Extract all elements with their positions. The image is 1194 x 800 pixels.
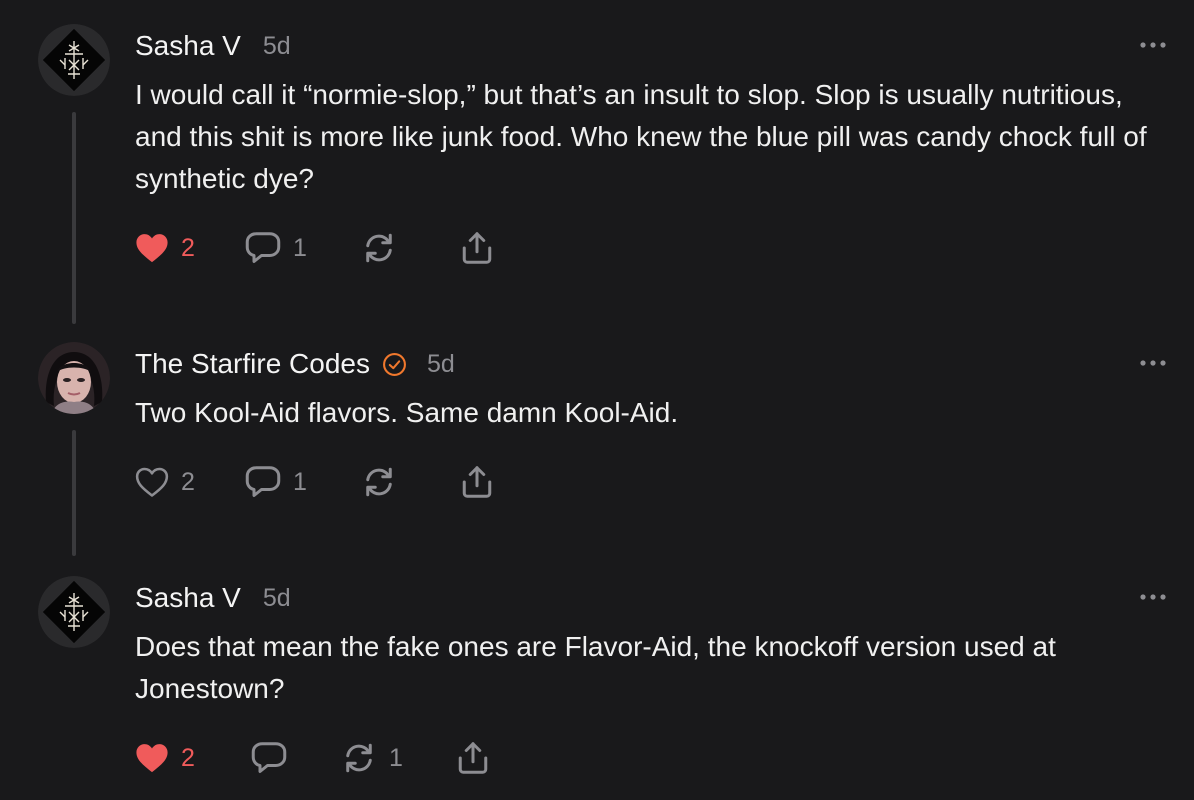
author-name[interactable]: Sasha V [135,582,241,614]
reply-count: 1 [293,467,307,496]
reply-button[interactable]: 1 [245,228,307,268]
comment: Sasha V 5d I would call it “normie-slop,… [0,0,1194,330]
restack-button[interactable]: 1 [341,738,403,778]
restack-icon [366,233,392,263]
reply-count: 1 [293,233,307,262]
comment-bubble-icon [251,742,287,773]
restack-button[interactable] [361,462,409,502]
comment-text: Two Kool-Aid flavors. Same damn Kool-Aid… [135,397,679,428]
comment: Sasha V 5d Does that mean the fake ones … [0,566,1194,800]
comment-header: Sasha V 5d [135,26,291,66]
restack-count: 1 [389,743,403,772]
comment-header: The Starfire Codes 5d [135,344,455,384]
share-icon [462,232,492,264]
author-name[interactable]: The Starfire Codes [135,348,370,380]
more-options-icon[interactable] [1138,358,1168,368]
verified-badge-icon [383,352,406,376]
like-count: 2 [181,233,195,262]
heart-filled-icon [136,744,168,773]
reply-button[interactable]: 1 [245,462,307,502]
avatar[interactable] [38,342,110,414]
restack-icon [346,743,372,773]
avatar[interactable] [38,24,110,96]
comment-header: Sasha V 5d [135,578,291,618]
share-button[interactable] [459,228,495,268]
comment: The Starfire Codes 5d Two Kool-Aid flavo… [0,330,1194,566]
author-name[interactable]: Sasha V [135,30,241,62]
comment-text: I would call it “normie-slop,” but that’… [135,79,1147,194]
rune-sigil-icon [38,24,110,96]
share-icon [462,466,492,498]
rune-sigil-icon [38,576,110,648]
comment-bubble-icon [245,232,281,263]
heart-outline-icon [135,467,169,497]
comment-bubble-icon [245,466,281,497]
like-button[interactable]: 2 [135,462,195,502]
timestamp[interactable]: 5d [263,32,291,61]
share-button[interactable] [459,462,495,502]
reply-button[interactable] [251,738,299,778]
share-icon [458,742,488,774]
user-photo-avatar [38,342,110,414]
like-count: 2 [181,743,195,772]
avatar[interactable] [38,576,110,648]
comment-text: Does that mean the fake ones are Flavor-… [135,631,1056,704]
more-options-icon[interactable] [1138,40,1168,50]
restack-icon [366,467,392,497]
like-button[interactable]: 2 [135,738,195,778]
heart-filled-icon [136,234,168,263]
restack-button[interactable] [361,228,409,268]
timestamp[interactable]: 5d [427,350,455,379]
share-button[interactable] [455,738,491,778]
timestamp[interactable]: 5d [263,584,291,613]
like-button[interactable]: 2 [135,228,195,268]
like-count: 2 [181,467,195,496]
more-options-icon[interactable] [1138,592,1168,602]
